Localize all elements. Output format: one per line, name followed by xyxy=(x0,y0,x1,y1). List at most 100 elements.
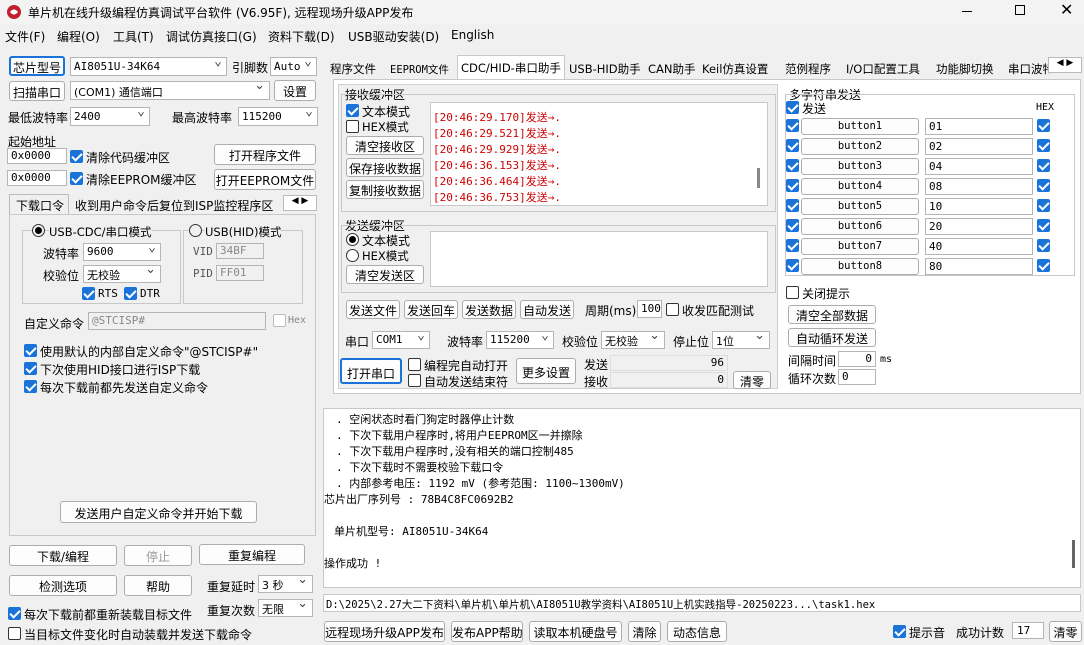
recv-text-mode-checkbox[interactable] xyxy=(346,104,359,117)
check-options-button[interactable]: 检测选项 xyxy=(9,575,117,596)
port-select[interactable]: (COM1) 通信端口 xyxy=(70,81,270,100)
clear-recv-button[interactable]: 清空接收区 xyxy=(346,136,424,155)
tab-cdc-hid-serial[interactable]: CDC/HID-串口助手 xyxy=(457,55,565,79)
start-address-input-2[interactable]: 0x0000 xyxy=(7,170,67,186)
multi-row-hex-checkbox[interactable] xyxy=(1037,199,1050,212)
close-hint-checkbox[interactable] xyxy=(786,286,799,299)
multi-row-button[interactable]: button8 xyxy=(801,258,919,275)
tab-usb-hid[interactable]: USB-HID助手 xyxy=(566,57,644,79)
multi-row-value[interactable]: 02 xyxy=(925,138,1033,155)
send-custom-command-button[interactable]: 发送用户自定义命令并开始下载 xyxy=(60,501,257,523)
tab-io-config[interactable]: I/O口配置工具 xyxy=(843,57,923,79)
menu-english[interactable]: English xyxy=(451,28,494,42)
multi-row-checkbox[interactable] xyxy=(786,219,799,232)
multi-row-checkbox[interactable] xyxy=(786,259,799,272)
multi-row-hex-checkbox[interactable] xyxy=(1037,159,1050,172)
multi-row-button[interactable]: button1 xyxy=(801,118,919,135)
settings-button[interactable]: 设置 xyxy=(274,80,316,101)
tab-uart-baud[interactable]: 串口波特 xyxy=(1005,57,1050,79)
max-baud-select[interactable]: 115200 xyxy=(238,107,318,126)
multi-row-checkbox[interactable] xyxy=(786,239,799,252)
multi-row-button[interactable]: button5 xyxy=(801,198,919,215)
menu-download[interactable]: 资料下载(D) xyxy=(268,28,335,45)
parity-select[interactable]: 无校验 xyxy=(83,265,161,283)
output-log[interactable]: . 空闲状态时看门狗定时器停止计数 . 下次下载用户程序时,将用户EEPROM区一… xyxy=(323,408,1081,588)
clear-code-checkbox[interactable] xyxy=(70,150,83,163)
send-cr-button[interactable]: 发送回车 xyxy=(404,300,458,319)
tab-program-file[interactable]: 程序文件 xyxy=(327,57,379,79)
multi-row-hex-checkbox[interactable] xyxy=(1037,219,1050,232)
serial-port-select[interactable]: COM1 xyxy=(372,331,430,349)
repeat-count-select[interactable]: 无限 xyxy=(258,599,313,617)
more-settings-button[interactable]: 更多设置 xyxy=(516,358,576,384)
multi-row-button[interactable]: button2 xyxy=(801,138,919,155)
recv-scrollbar[interactable] xyxy=(757,168,760,188)
reload-each-checkbox[interactable] xyxy=(8,607,21,620)
multi-row-hex-checkbox[interactable] xyxy=(1037,119,1050,132)
pid-input[interactable]: FF01 xyxy=(216,265,264,281)
serial-baud-select[interactable]: 115200 xyxy=(486,331,554,349)
tab-examples[interactable]: 范例程序 xyxy=(782,57,834,79)
multi-row-hex-checkbox[interactable] xyxy=(1037,179,1050,192)
start-address-input-1[interactable]: 0x0000 xyxy=(7,148,67,164)
hex-checkbox[interactable] xyxy=(273,314,286,327)
multi-row-checkbox[interactable] xyxy=(786,179,799,192)
multi-row-value[interactable]: 04 xyxy=(925,158,1033,175)
chip-model-select[interactable]: AI8051U-34K64 xyxy=(70,57,227,76)
multi-row-button[interactable]: button4 xyxy=(801,178,919,195)
stop-button[interactable]: 停止 xyxy=(124,545,192,566)
menu-program[interactable]: 编程(O) xyxy=(57,28,100,45)
multi-row-value[interactable]: 20 xyxy=(925,218,1033,235)
loop-count-input[interactable]: 0 xyxy=(838,369,876,385)
min-baud-select[interactable]: 2400 xyxy=(70,107,150,126)
open-program-button[interactable]: 打开程序文件 xyxy=(214,144,316,165)
multi-row-value[interactable]: 80 xyxy=(925,258,1033,275)
clear-count-button[interactable]: 清零 xyxy=(733,371,771,389)
tab-pin-switch[interactable]: 功能脚切换 xyxy=(933,57,997,79)
pin-count-select[interactable]: Auto xyxy=(270,57,317,76)
clear-success-button[interactable]: 清零 xyxy=(1049,621,1082,642)
multi-row-hex-checkbox[interactable] xyxy=(1037,139,1050,152)
multi-row-value[interactable]: 01 xyxy=(925,118,1033,135)
tab-reset-isp[interactable]: 收到用户命令后复位到ISP监控程序区 xyxy=(70,195,280,214)
multi-row-checkbox[interactable] xyxy=(786,199,799,212)
dtr-checkbox[interactable] xyxy=(124,287,137,300)
auto-end-checkbox[interactable] xyxy=(408,374,421,387)
beep-checkbox[interactable] xyxy=(893,625,906,638)
multi-row-value[interactable]: 08 xyxy=(925,178,1033,195)
minimize-icon[interactable] xyxy=(962,11,972,12)
maximize-icon[interactable] xyxy=(1015,5,1025,15)
auto-open-checkbox[interactable] xyxy=(408,358,421,371)
menu-usb-driver[interactable]: USB驱动安装(D) xyxy=(348,28,439,45)
clear-all-data-button[interactable]: 清空全部数据 xyxy=(788,305,876,324)
read-disk-button[interactable]: 读取本机硬盘号 xyxy=(529,621,622,642)
menu-debug[interactable]: 调试仿真接口(G) xyxy=(166,28,257,45)
hid-mode-radio[interactable] xyxy=(189,224,202,237)
recv-hex-mode-checkbox[interactable] xyxy=(346,120,359,133)
tab-can[interactable]: CAN助手 xyxy=(645,57,699,79)
stop-bit-select[interactable]: 1位 xyxy=(712,331,770,349)
clear-log-button[interactable]: 清除 xyxy=(628,621,661,642)
auto-send-change-checkbox[interactable] xyxy=(8,627,21,640)
multi-row-checkbox[interactable] xyxy=(786,139,799,152)
rts-checkbox[interactable] xyxy=(82,287,95,300)
send-file-button[interactable]: 发送文件 xyxy=(346,300,400,319)
menu-tools[interactable]: 工具(T) xyxy=(113,28,154,45)
use-default-command-checkbox[interactable] xyxy=(24,344,37,357)
tab-eeprom-file[interactable]: EEPROM文件 xyxy=(387,57,452,79)
period-input[interactable]: 100 xyxy=(637,300,662,318)
dynamic-info-button[interactable]: 动态信息 xyxy=(667,621,727,642)
cdc-mode-radio[interactable] xyxy=(32,224,45,237)
repeat-delay-select[interactable]: 3 秒 xyxy=(258,575,313,593)
clear-send-button[interactable]: 清空发送区 xyxy=(346,265,424,284)
open-serial-button[interactable]: 打开串口 xyxy=(340,358,402,384)
multi-row-button[interactable]: button6 xyxy=(801,218,919,235)
send-custom-first-checkbox[interactable] xyxy=(24,380,37,393)
multi-row-button[interactable]: button7 xyxy=(801,238,919,255)
publish-help-button[interactable]: 发布APP帮助 xyxy=(451,621,523,642)
repeat-program-button[interactable]: 重复编程 xyxy=(199,544,305,565)
save-recv-button[interactable]: 保存接收数据 xyxy=(346,158,424,177)
tab-keil-sim[interactable]: Keil仿真设置 xyxy=(699,57,771,79)
log-scrollbar[interactable] xyxy=(1072,540,1075,568)
match-test-checkbox[interactable] xyxy=(666,303,679,316)
